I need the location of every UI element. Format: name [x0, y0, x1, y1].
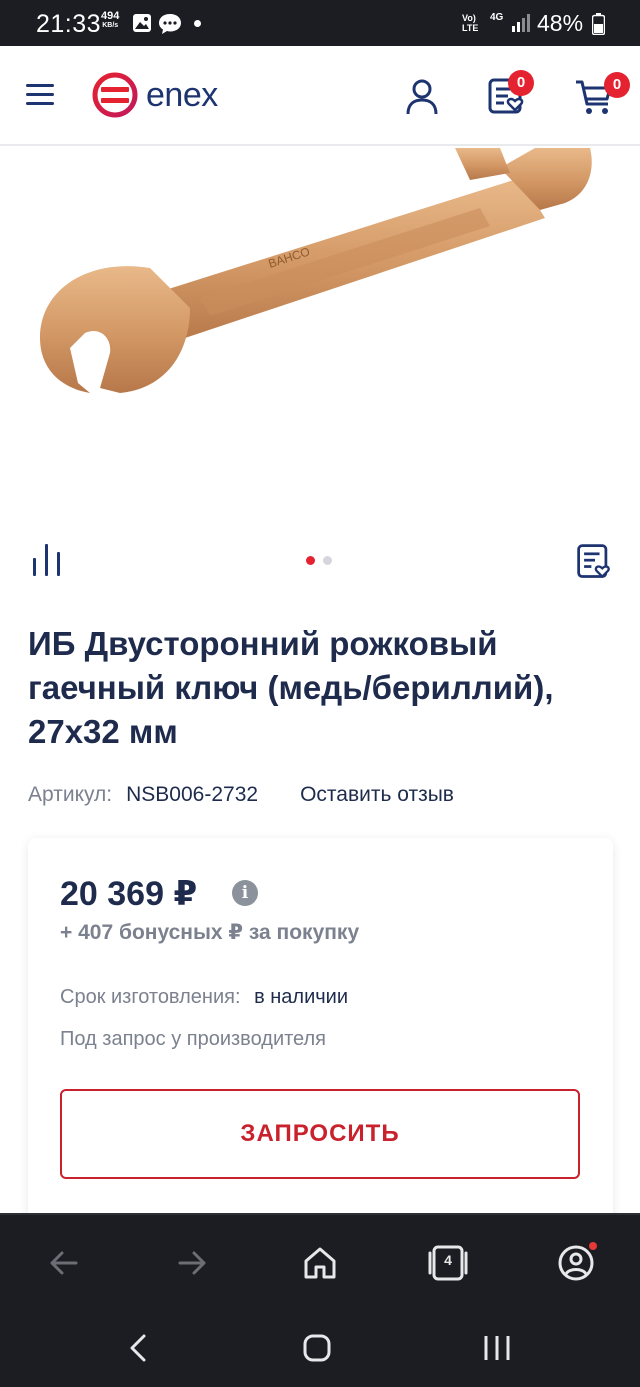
profile-icon[interactable]	[554, 1241, 598, 1285]
bonus-points: + 407 бонусных ₽ за покупку	[60, 921, 360, 944]
status-time: 21:33	[36, 10, 102, 38]
gallery-dot-2[interactable]	[323, 556, 332, 565]
gallery-pagination	[306, 556, 332, 565]
product-image[interactable]: BAHCO	[0, 148, 640, 518]
product-price: 20 369 ₽	[60, 875, 198, 913]
leave-review-link[interactable]: Оставить отзыв	[300, 783, 454, 807]
logo-text: enex	[146, 75, 218, 114]
battery-icon	[592, 13, 605, 35]
on-request-note: Под запрос у производителя	[60, 1028, 327, 1050]
product-title: ИБ Двусторонний рожковый гаечный ключ (м…	[28, 625, 554, 750]
system-recents-icon[interactable]	[482, 1333, 512, 1363]
favorites-button[interactable]: 0	[486, 70, 534, 118]
sku-label: Артикул:	[28, 783, 113, 806]
add-to-favorites-icon[interactable]	[575, 542, 615, 582]
gallery-notification-icon	[133, 14, 151, 32]
tabs-count: 4	[444, 1252, 452, 1268]
status-4g-label: 4G	[490, 12, 504, 23]
production-term-label: Срок изготовления:	[60, 986, 241, 1008]
browser-toolbar: 4	[0, 1213, 640, 1309]
status-speed-unit: KB/s	[102, 22, 119, 29]
user-icon[interactable]	[400, 74, 444, 118]
gallery-dot-1[interactable]	[306, 556, 315, 565]
info-icon[interactable]: i	[232, 880, 258, 906]
logo[interactable]: enex	[92, 72, 218, 118]
wrench-image: BAHCO	[40, 148, 592, 393]
status-battery: 48%	[537, 10, 584, 36]
production-term: Срок изготовления: в наличии	[60, 986, 348, 1009]
status-bar: 21:33 494 KB/s Vo) LTE 4G 48%	[0, 0, 640, 46]
tabs-button[interactable]: 4	[426, 1241, 470, 1285]
system-nav-bar	[0, 1309, 640, 1387]
system-home-icon[interactable]	[302, 1333, 332, 1363]
status-network-speed: 494 KB/s	[101, 11, 119, 31]
status-4g: 4G	[490, 13, 503, 23]
status-volte: Vo) LTE	[462, 13, 479, 33]
production-term-value: в наличии	[254, 986, 349, 1008]
back-arrow-icon[interactable]	[42, 1241, 86, 1285]
menu-icon[interactable]	[26, 84, 54, 106]
home-icon[interactable]	[298, 1241, 342, 1285]
site-header: enex 0 0	[0, 46, 640, 146]
cart-button[interactable]: 0	[574, 72, 630, 118]
forward-arrow-icon[interactable]	[170, 1241, 214, 1285]
system-back-icon[interactable]	[126, 1333, 152, 1363]
cart-count-badge: 0	[604, 72, 630, 98]
request-button[interactable]: ЗАПРОСИТЬ	[60, 1089, 580, 1179]
signal-icon	[512, 14, 530, 32]
notification-dot	[194, 20, 201, 27]
logo-mark-icon	[92, 72, 138, 118]
compare-icon[interactable]	[30, 542, 64, 578]
sku-value: NSB006-2732	[126, 783, 259, 806]
price-card: 20 369 ₽ i + 407 бонусных ₽ за покупку С…	[28, 838, 613, 1238]
message-notification-icon	[159, 14, 181, 34]
product-meta: Артикул: NSB006-2732 Оставить отзыв	[28, 783, 454, 807]
favorites-count-badge: 0	[508, 70, 534, 96]
